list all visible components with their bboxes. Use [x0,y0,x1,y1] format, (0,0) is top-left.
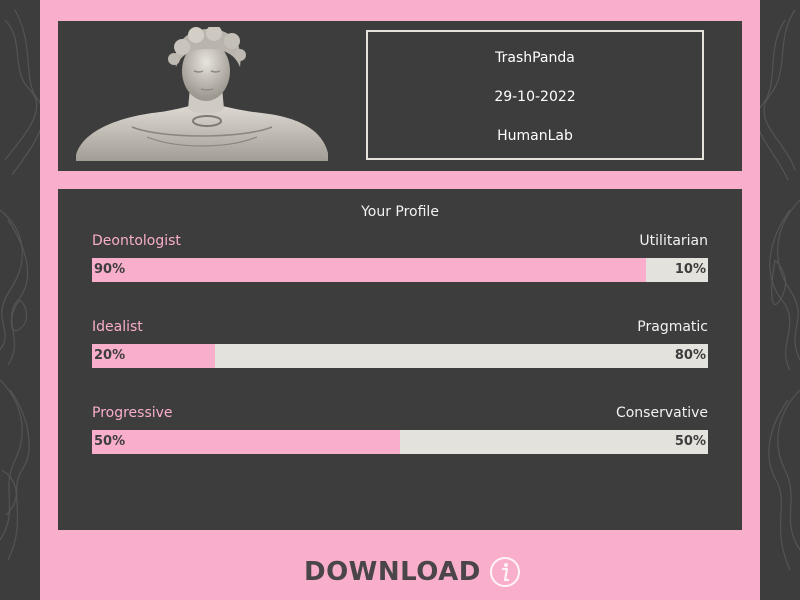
trait-left-label: Deontologist [92,233,181,249]
header-card: TrashPanda 29-10-2022 HumanLab [58,21,742,171]
trait-right-percent: 10% [674,262,706,277]
trait-left-label: Progressive [92,405,173,421]
trait-right-percent: 50% [674,434,706,449]
profile-title: Your Profile [361,204,439,220]
trait-right-label: Pragmatic [637,319,708,335]
trait-left-label: Idealist [92,319,143,335]
info-icon[interactable] [489,556,521,588]
trait-left-percent: 90% [94,262,126,277]
trait-right-label: Utilitarian [639,233,708,249]
download-label: DOWNLOAD [304,557,481,587]
trait-bar: 50% 50% [92,430,708,454]
user-info-box: TrashPanda 29-10-2022 HumanLab [366,30,704,160]
username: TrashPanda [495,50,575,66]
download-button[interactable]: DOWNLOAD [304,552,521,592]
trait-bar-fill [92,258,647,282]
organization: HumanLab [497,128,573,144]
trait-bar-fill [92,430,400,454]
profile-page: TrashPanda 29-10-2022 HumanLab Your Prof… [40,0,760,600]
statue-bust-image [76,27,328,161]
profile-card: Your Profile Deontologist Utilitarian 90… [58,189,742,530]
profile-date: 29-10-2022 [494,89,576,105]
trait-left-percent: 50% [94,434,126,449]
trait-left-percent: 20% [94,348,126,363]
trait-right-label: Conservative [615,405,708,421]
trait-bar: 90% 10% [92,258,708,282]
trait-bar: 20% 80% [92,344,708,368]
trait-right-percent: 80% [674,348,706,363]
